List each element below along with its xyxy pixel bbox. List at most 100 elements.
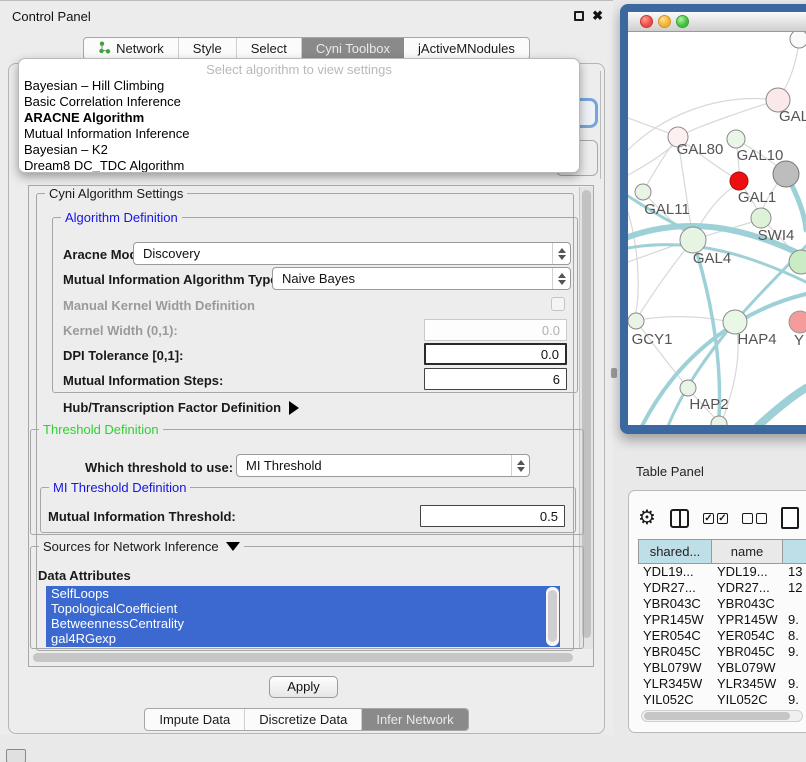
mi-threshold-group-title: MI Threshold Definition <box>49 480 190 495</box>
network-node[interactable] <box>727 130 745 148</box>
network-node[interactable] <box>730 172 748 190</box>
algorithm-option-bayesian-k2[interactable]: Bayesian – K2 <box>19 142 579 158</box>
network-node[interactable] <box>711 416 727 432</box>
deselect-all-checkboxes-icon[interactable] <box>742 513 767 524</box>
aracne-mode-select[interactable]: Discovery <box>133 242 571 265</box>
tab-label: Cyni Toolbox <box>316 41 390 56</box>
collapse-arrow-icon <box>226 542 240 551</box>
sources-group-title-row[interactable]: Sources for Network Inference <box>39 539 244 554</box>
algorithm-option-basic-correlation-inference[interactable]: Basic Correlation Inference <box>19 94 579 110</box>
control-panel: Control Panel ✖ NetworkStyleSelectCyni T… <box>0 0 613 735</box>
mi-threshold-input[interactable] <box>420 505 565 527</box>
table-cell <box>783 660 806 676</box>
attribute-item-betweennesscentrality[interactable]: BetweennessCentrality <box>46 616 560 631</box>
algorithm-option-dream8-dc-tdc-algorithm[interactable]: Dream8 DC_TDC Algorithm <box>19 158 579 173</box>
network-edge <box>639 240 693 315</box>
table-scroll-thumb[interactable] <box>644 712 790 720</box>
algorithm-option-aracne-algorithm[interactable]: ARACNE Algorithm <box>19 110 579 126</box>
node-label-gal10: GAL10 <box>737 147 784 164</box>
table-row[interactable]: YBL079WYBL079W <box>638 660 806 676</box>
apply-button[interactable]: Apply <box>269 676 338 698</box>
network-node[interactable] <box>773 161 799 187</box>
algorithm-option-mutual-information-inference[interactable]: Mutual Information Inference <box>19 126 579 142</box>
network-node[interactable] <box>790 32 806 48</box>
attribute-item-gal4rgexp[interactable]: gal4RGexp <box>46 631 560 646</box>
table-cell: 9. <box>783 612 806 628</box>
table-row[interactable]: YPR145WYPR145W9. <box>638 612 806 628</box>
mi-steps-input[interactable] <box>424 368 567 390</box>
tab-label: Select <box>251 41 287 56</box>
groupbox-edge-fragment <box>600 71 601 179</box>
close-panel-icon[interactable]: ✖ <box>592 9 603 22</box>
network-icon <box>98 41 111 57</box>
settings-horizontal-scrollbar[interactable] <box>31 651 577 664</box>
attribute-item-selfloops[interactable]: SelfLoops <box>46 586 560 601</box>
column-visibility-icon[interactable] <box>670 509 689 528</box>
kernel-width-input[interactable] <box>424 319 567 341</box>
mi-steps-label: Mutual Information Steps: <box>63 373 223 388</box>
table-row[interactable]: YIL052CYIL052C9. <box>638 692 806 707</box>
zoom-window-icon[interactable] <box>676 15 689 28</box>
export-table-icon[interactable] <box>781 507 799 529</box>
manual-kernel-label: Manual Kernel Width Definition <box>63 298 255 313</box>
attributes-scroll-thumb[interactable] <box>548 590 557 642</box>
table-row[interactable]: YLR345WYLR345W9. <box>638 676 806 692</box>
node-label-gal: GAL <box>779 108 806 125</box>
table-horizontal-scrollbar[interactable] <box>641 710 803 722</box>
mi-type-select[interactable]: Naive Bayes <box>272 267 571 290</box>
attributes-list-scrollbar[interactable] <box>546 587 559 646</box>
tab-style[interactable]: Style <box>179 38 237 59</box>
table-row[interactable]: YBR043CYBR043C <box>638 596 806 612</box>
select-all-checkboxes-icon[interactable]: ✓ ✓ <box>703 513 728 524</box>
tab-discretize-data[interactable]: Discretize Data <box>245 709 362 730</box>
table-row[interactable]: YER054CYER054C8. <box>638 628 806 644</box>
algorithm-placeholder: Select algorithm to view settings <box>19 61 579 78</box>
data-attributes-list[interactable]: SelfLoopsTopologicalCoefficientBetweenne… <box>46 586 560 647</box>
table-row[interactable]: YDL19...YDL19...13 <box>638 564 806 580</box>
table-row[interactable]: YBR045CYBR045C9. <box>638 644 806 660</box>
float-panel-icon[interactable] <box>574 11 584 21</box>
tab-jactivemnodules[interactable]: jActiveMNodules <box>404 38 529 59</box>
horizontal-scroll-thumb[interactable] <box>33 653 573 662</box>
tab-impute-data[interactable]: Impute Data <box>145 709 245 730</box>
table-row[interactable]: YDR27...YDR27...12 <box>638 580 806 596</box>
network-node[interactable] <box>635 184 651 200</box>
hub-definition-expander[interactable]: Hub/Transcription Factor Definition <box>63 400 299 415</box>
node-table: shared...nameA YDL19...YDL19...13YDR27..… <box>638 539 806 707</box>
network-node[interactable] <box>680 380 696 396</box>
collapsed-panel-chip[interactable] <box>6 749 26 762</box>
stepper-icon <box>552 268 570 289</box>
tab-cyni-toolbox[interactable]: Cyni Toolbox <box>302 38 404 59</box>
manual-kernel-checkbox[interactable] <box>551 297 565 311</box>
node-label-gal4: GAL4 <box>693 250 731 267</box>
network-node[interactable] <box>789 311 806 333</box>
tab-network[interactable]: Network <box>84 38 179 59</box>
network-node[interactable] <box>789 250 806 274</box>
panel-splitter-handle[interactable] <box>611 368 617 378</box>
network-window-titlebar[interactable] <box>628 12 806 32</box>
column-header-a[interactable]: A <box>783 539 806 564</box>
tab-infer-network[interactable]: Infer Network <box>362 709 467 730</box>
network-node[interactable] <box>751 208 771 228</box>
network-canvas[interactable]: GALGAL80GAL10GAL1GAL11SWI4GAL4GCY1HAP4YH… <box>628 32 806 425</box>
attribute-item-topologicalcoefficient[interactable]: TopologicalCoefficient <box>46 601 560 616</box>
node-label-swi4: SWI4 <box>758 227 795 244</box>
close-window-icon[interactable] <box>640 15 653 28</box>
minimize-window-icon[interactable] <box>658 15 671 28</box>
table-cell: YIL052C <box>638 692 712 707</box>
dpi-tolerance-input[interactable] <box>424 343 567 365</box>
tab-label: Impute Data <box>159 712 230 727</box>
network-edge <box>686 100 778 133</box>
table-cell: YDL19... <box>638 564 712 580</box>
algorithm-option-bayesian-hill-climbing[interactable]: Bayesian – Hill Climbing <box>19 78 579 94</box>
which-threshold-select[interactable]: MI Threshold <box>236 454 530 477</box>
table-settings-gear-icon[interactable]: ⚙ <box>638 508 656 528</box>
tab-label: Discretize Data <box>259 712 347 727</box>
column-header-name[interactable]: name <box>712 539 783 564</box>
tab-select[interactable]: Select <box>237 38 302 59</box>
table-cell: YER054C <box>712 628 783 644</box>
mi-threshold-label: Mutual Information Threshold: <box>48 509 236 524</box>
table-cell <box>783 596 806 612</box>
network-node[interactable] <box>628 313 644 329</box>
column-header-shared-[interactable]: shared... <box>638 539 712 564</box>
